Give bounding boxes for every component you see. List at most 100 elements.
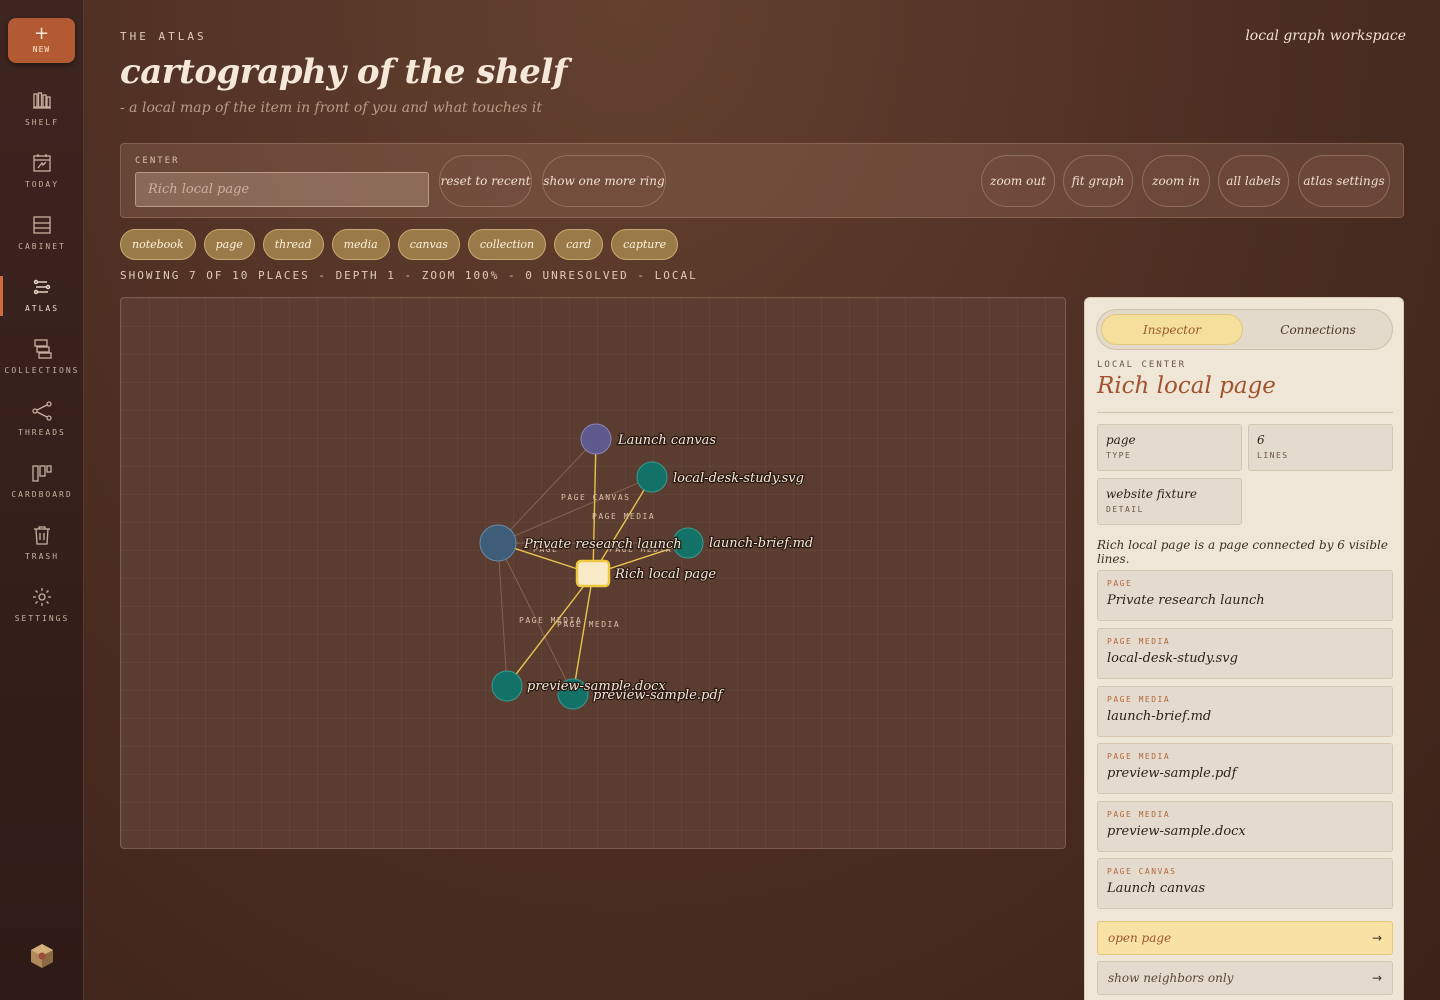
fit-graph-button[interactable]: fit graph [1063, 155, 1133, 207]
graph-canvas[interactable]: PAGE CANVAS PAGE MEDIA PAGE PAGE MEDIA P… [120, 297, 1066, 849]
edge-label: PAGE MEDIA [557, 620, 620, 629]
zoom-out-button[interactable]: zoom out [981, 155, 1055, 207]
collections-icon [34, 339, 52, 359]
nav-item-cabinet[interactable]: CABINET [0, 214, 84, 270]
atlas-settings-button[interactable]: atlas settings [1298, 155, 1390, 207]
node-label: launch-brief.md [709, 536, 813, 551]
connection-name: launch-brief.md [1107, 709, 1212, 724]
connection-item[interactable]: PAGE Private research launch [1097, 570, 1393, 621]
type-label: TYPE [1106, 451, 1132, 460]
cabinet-icon [33, 216, 51, 234]
type-filter-chips: notebook page thread media canvas collec… [120, 229, 679, 260]
filter-chip-thread[interactable]: thread [262, 229, 324, 260]
filter-chip-card[interactable]: card [554, 229, 604, 260]
nav-label: THREADS [18, 428, 66, 437]
connection-kind: PAGE MEDIA [1107, 637, 1171, 646]
nav-label: ATLAS [24, 304, 60, 313]
new-button[interactable]: + NEW [8, 18, 75, 63]
center-label: CENTER [135, 156, 180, 166]
filter-chip-notebook[interactable]: notebook [120, 229, 196, 260]
nav-item-trash[interactable]: TRASH [0, 524, 84, 580]
node-label: Private research launch [523, 537, 682, 552]
inspector-description: Rich local page is a page connected by 6… [1097, 538, 1388, 566]
connection-name: preview-sample.docx [1107, 824, 1246, 839]
nav-label: CABINET [18, 242, 66, 251]
node-label: preview-sample.pdf [593, 688, 725, 703]
nav-item-settings[interactable]: SETTINGS [0, 586, 84, 642]
connection-item[interactable]: PAGE MEDIA preview-sample.docx [1097, 801, 1393, 852]
open-page-button[interactable]: open page → [1097, 921, 1393, 955]
zoom-in-button[interactable]: zoom in [1142, 155, 1210, 207]
tab-connections[interactable]: Connections [1247, 314, 1389, 345]
connection-name: local-desk-study.svg [1107, 651, 1238, 666]
nav-label: COLLECTIONS [4, 366, 80, 375]
connection-name: Launch canvas [1107, 881, 1206, 896]
nav-item-collections[interactable]: COLLECTIONS [0, 338, 84, 394]
section-kicker: THE ATLAS [120, 30, 207, 43]
new-button-label: NEW [32, 45, 51, 54]
node-preview-sample-docx[interactable] [491, 670, 523, 702]
connection-item[interactable]: PAGE MEDIA preview-sample.pdf [1097, 743, 1393, 794]
filter-chip-media[interactable]: media [331, 229, 390, 260]
lines-value: 6 [1257, 433, 1265, 447]
inspector-panel: Inspector Connections LOCAL CENTER Rich … [1084, 297, 1404, 1000]
threads-icon [32, 401, 52, 421]
nav-item-shelf[interactable]: SHELF [0, 90, 84, 146]
connection-kind: PAGE CANVAS [1107, 867, 1177, 876]
atlas-icon [33, 279, 51, 295]
node-center-rich-local-page[interactable] [575, 559, 611, 588]
reset-to-recent-button[interactable]: reset to recent [439, 155, 532, 207]
center-input[interactable] [135, 172, 429, 207]
filter-chip-canvas[interactable]: canvas [397, 229, 460, 260]
connection-name: preview-sample.pdf [1107, 766, 1237, 781]
detail-value: website fixture [1106, 487, 1197, 501]
local-center-label: LOCAL CENTER [1097, 360, 1187, 370]
node-label: Rich local page [614, 567, 716, 582]
detail-label: DETAIL [1106, 505, 1144, 514]
show-neighbors-button[interactable]: show neighbors only → [1097, 961, 1393, 995]
lines-box: 6 LINES [1248, 424, 1393, 471]
page-subtitle: - a local map of the item in front of yo… [120, 100, 542, 116]
nav-item-today[interactable]: TODAY [0, 152, 84, 208]
node-local-desk-study[interactable] [636, 461, 668, 493]
edge-label: PAGE CANVAS [561, 493, 630, 502]
connection-item[interactable]: PAGE MEDIA launch-brief.md [1097, 686, 1393, 737]
page-title: cartography of the shelf [120, 52, 567, 92]
detail-box: website fixture DETAIL [1097, 478, 1242, 525]
type-box: page TYPE [1097, 424, 1242, 471]
graph-svg[interactable]: PAGE CANVAS PAGE MEDIA PAGE PAGE MEDIA P… [121, 298, 1066, 849]
inspector-title: Rich local page [1097, 373, 1276, 399]
cardboard-icon [32, 465, 52, 482]
show-neighbors-label: show neighbors only [1108, 971, 1234, 985]
nav-label: SETTINGS [14, 614, 70, 623]
nav-item-cardboard[interactable]: CARDBOARD [0, 462, 84, 518]
nav-item-threads[interactable]: THREADS [0, 400, 84, 456]
filter-chip-page[interactable]: page [203, 229, 255, 260]
graph-status: SHOWING 7 OF 10 PLACES - DEPTH 1 - ZOOM … [120, 269, 698, 282]
trash-icon [34, 526, 50, 545]
connection-kind: PAGE [1107, 579, 1133, 588]
workspace-label: local graph workspace [1245, 28, 1406, 44]
nav-rail: + NEW SHELF TODAY CABINET ATLAS COLLECTI… [0, 0, 84, 1000]
node-private-research-launch[interactable] [479, 524, 517, 562]
connection-item[interactable]: PAGE MEDIA local-desk-study.svg [1097, 628, 1393, 679]
calendar-icon [33, 154, 51, 172]
nav-item-atlas[interactable]: ATLAS [0, 276, 84, 332]
filter-chip-collection[interactable]: collection [467, 229, 547, 260]
filter-chip-capture[interactable]: capture [611, 229, 679, 260]
all-labels-button[interactable]: all labels [1218, 155, 1289, 207]
atlas-toolbar: CENTER reset to recent show one more rin… [120, 143, 1404, 218]
edge-label: PAGE MEDIA [592, 512, 655, 521]
connection-kind: PAGE MEDIA [1107, 695, 1171, 704]
lines-label: LINES [1257, 451, 1289, 460]
connection-item[interactable]: PAGE CANVAS Launch canvas [1097, 858, 1393, 909]
plus-icon: + [33, 23, 50, 44]
show-more-ring-button[interactable]: show one more ring [542, 155, 666, 207]
arrow-right-icon: → [1371, 931, 1382, 945]
node-launch-canvas[interactable] [580, 423, 612, 455]
nav-label: TODAY [24, 180, 60, 189]
open-page-label: open page [1108, 931, 1172, 945]
gear-icon [33, 588, 51, 606]
node-label: local-desk-study.svg [673, 471, 804, 486]
tab-inspector[interactable]: Inspector [1101, 314, 1243, 345]
